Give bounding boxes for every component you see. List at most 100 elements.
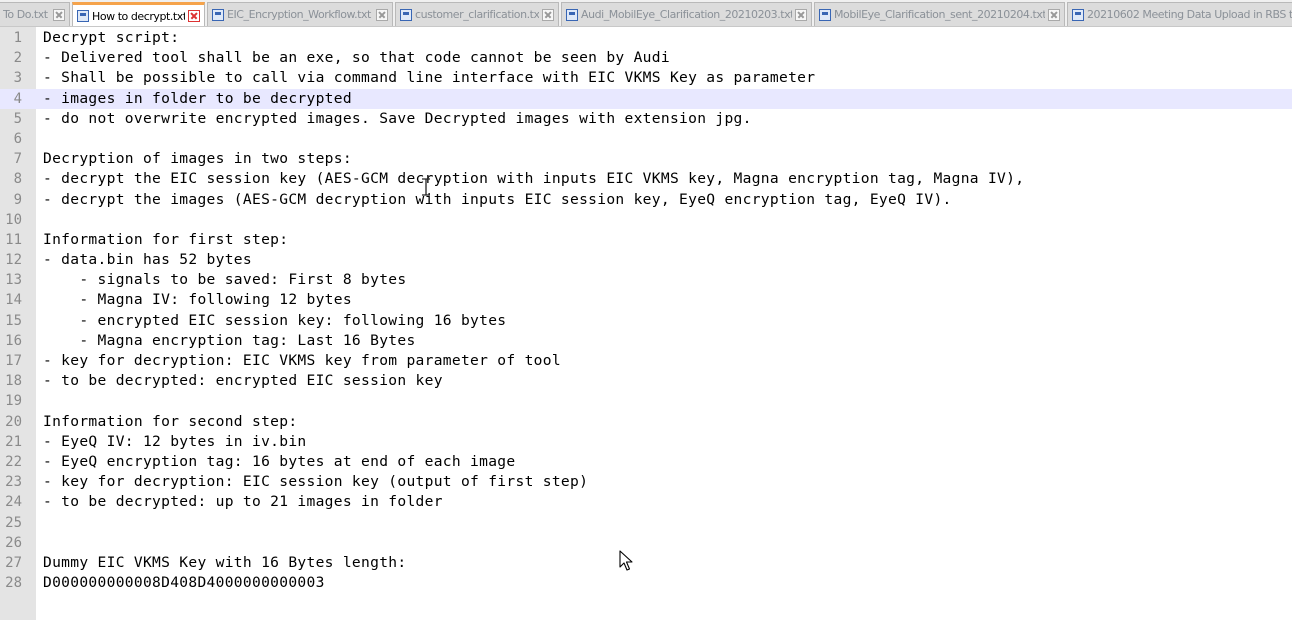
line-text[interactable]: Decryption of images in two steps: [43,149,352,169]
line-number: 19 [5,393,22,410]
line-text[interactable]: - images in folder to be decrypted [43,89,352,109]
close-icon[interactable] [376,8,388,21]
tab-label: How to decrypt.txt [92,9,185,23]
document-icon [819,8,831,21]
line-number: 2 [13,50,22,67]
line-text[interactable]: - key for decryption: EIC session key (o… [43,472,588,492]
line-text[interactable]: Dummy EIC VKMS Key with 16 Bytes length: [43,553,406,573]
editor-line[interactable]: 9 - decrypt the images (AES-GCM decryptio… [0,190,1292,210]
editor-line[interactable]: 16 - Magna encryption tag: Last 16 Bytes [0,331,1292,351]
line-number: 1 [13,30,22,46]
line-number: 27 [5,554,22,571]
line-text[interactable]: - data.bin has 52 bytes [43,250,252,270]
close-icon[interactable] [542,8,554,21]
line-number: 15 [5,312,22,329]
editor-line[interactable]: 23 - key for decryption: EIC session key … [0,472,1292,492]
close-icon[interactable] [188,10,200,22]
line-number: 12 [5,252,22,269]
editor-line[interactable]: 5 - do not overwrite encrypted images. Sa… [0,109,1292,129]
line-number: 18 [5,373,22,390]
tab-customer-clarification[interactable]: customer_clarification.txt [395,2,559,26]
tab-label: To Do.txt [3,8,48,21]
editor-line[interactable]: 18 - to be decrypted: encrypted EIC sessi… [0,371,1292,391]
line-text[interactable]: - Shall be possible to call via command … [43,68,815,88]
ibeam-cursor-icon [422,178,430,196]
line-text[interactable]: - decrypt the images (AES-GCM decryption… [43,190,952,210]
editor-line[interactable]: 10 [0,210,1292,230]
editor-line[interactable]: 7 Decryption of images in two steps: [0,149,1292,169]
line-number: 6 [13,130,22,147]
line-text[interactable]: Decrypt script: [43,28,179,48]
editor-line[interactable]: 6 [0,129,1292,149]
line-text[interactable]: Information for first step: [43,230,288,250]
line-text[interactable]: - to be decrypted: up to 21 images in fo… [43,492,443,512]
line-text[interactable]: Information for second step: [43,412,297,432]
line-number: 7 [13,151,22,168]
document-icon [566,8,578,21]
editor-line[interactable]: 3 - Shall be possible to call via command… [0,68,1292,88]
line-text[interactable]: - decrypt the EIC session key (AES-GCM d… [43,169,1024,189]
line-number: 28 [5,575,22,592]
line-number: 11 [5,231,22,248]
line-text[interactable]: - Magna encryption tag: Last 16 Bytes [43,331,416,351]
line-text[interactable]: D000000000008D408D4000000000003 [43,573,325,593]
editor-line[interactable]: 21 - EyeQ IV: 12 bytes in iv.bin [0,432,1292,452]
editor-line[interactable]: 12 - data.bin has 52 bytes [0,250,1292,270]
line-text[interactable]: - to be decrypted: encrypted EIC session… [43,371,443,391]
editor-line[interactable]: 27 Dummy EIC VKMS Key with 16 Bytes lengt… [0,553,1292,573]
editor-line[interactable]: 19 [0,391,1292,411]
tab-label: MobilEye_Clarification_sent_20210204.txt [834,8,1045,21]
tab-audi-mobileye-clarification[interactable]: Audi_MobilEye_Clarification_20210203.txt [561,2,812,26]
line-number: 26 [5,534,22,551]
line-text[interactable]: - signals to be saved: First 8 bytes [43,270,406,290]
editor-line[interactable]: 25 [0,513,1292,533]
document-icon [77,10,89,22]
close-icon[interactable] [1048,8,1060,21]
editor-lines: 1 Decrypt script: 2 - Delivered tool shall … [0,28,1292,593]
tab-eic-encryption-workflow[interactable]: EIC_Encryption_Workflow.txt [207,2,393,26]
line-number: 14 [5,292,22,309]
editor-line[interactable]: 1 Decrypt script: [0,28,1292,48]
line-number: 3 [13,70,22,87]
editor-line[interactable]: 2 - Delivered tool shall be an exe, so th… [0,48,1292,68]
line-number: 10 [5,211,22,228]
line-text[interactable]: - key for decryption: EIC VKMS key from … [43,351,561,371]
line-number: 22 [5,453,22,470]
close-icon[interactable] [53,8,65,21]
tab-mobileye-clarification-sent[interactable]: MobilEye_Clarification_sent_20210204.txt [814,2,1065,26]
line-number: 24 [5,494,22,511]
editor-line[interactable]: 13 - signals to be saved: First 8 bytes [0,270,1292,290]
editor-line[interactable]: 22 - EyeQ encryption tag: 16 bytes at end… [0,452,1292,472]
line-number: 5 [13,110,22,127]
editor-line[interactable]: 17 - key for decryption: EIC VKMS key fro… [0,351,1292,371]
line-text[interactable]: - do not overwrite encrypted images. Sav… [43,109,752,129]
editor-line[interactable]: 8 - decrypt the EIC session key (AES-GCM … [0,169,1292,189]
line-number: 13 [5,272,22,289]
tab-how-to-decrypt[interactable]: How to decrypt.txt [72,2,205,26]
editor-line[interactable]: 15 - encrypted EIC session key: followin… [0,311,1292,331]
tab-label: EIC_Encryption_Workflow.txt [227,8,371,21]
editor-line[interactable]: 4 - images in folder to be decrypted [0,88,1292,109]
editor-line[interactable]: 20 Information for second step: [0,412,1292,432]
close-icon[interactable] [795,8,807,21]
tab-label: Audi_MobilEye_Clarification_20210203.txt [581,8,792,21]
tab-to-do[interactable]: To Do.txt [0,2,70,26]
tab-meeting-data-upload[interactable]: 20210602 Meeting Data Upload in RBS t [1067,2,1292,26]
line-text[interactable]: - Delivered tool shall be an exe, so tha… [43,48,670,68]
editor-line[interactable]: 28 D000000000008D408D4000000000003 [0,573,1292,593]
editor-line[interactable]: 24 - to be decrypted: up to 21 images in … [0,492,1292,512]
line-number: 8 [13,171,22,188]
arrow-cursor-icon [619,550,633,571]
line-text[interactable]: - encrypted EIC session key: following 1… [43,311,506,331]
text-editor[interactable]: 1 Decrypt script: 2 - Delivered tool shall … [0,27,1292,620]
editor-line[interactable]: 14 - Magna IV: following 12 bytes [0,290,1292,310]
tab-label: customer_clarification.txt [415,8,539,21]
line-number: 9 [13,191,22,208]
editor-line[interactable]: 11 Information for first step: [0,230,1292,250]
document-icon [1072,8,1084,21]
line-text[interactable]: - Magna IV: following 12 bytes [43,290,352,310]
line-text[interactable]: - EyeQ IV: 12 bytes in iv.bin [43,432,307,452]
line-text[interactable]: - EyeQ encryption tag: 16 bytes at end o… [43,452,515,472]
editor-line[interactable]: 26 [0,533,1292,553]
document-icon [212,8,224,21]
